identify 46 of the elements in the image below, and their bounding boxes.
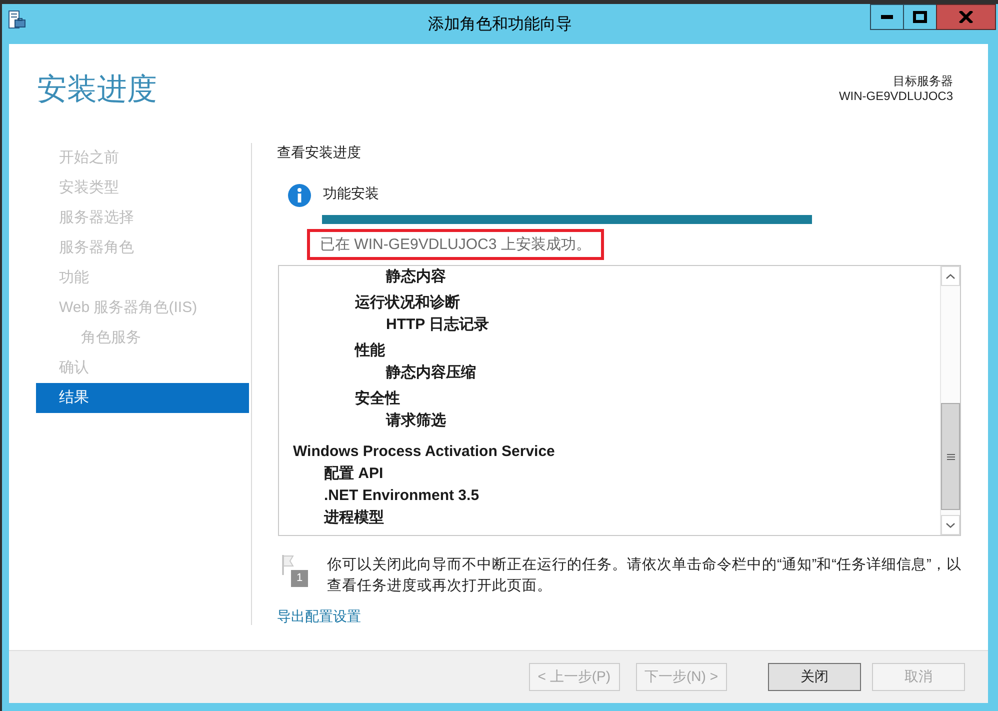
close-button[interactable] [936, 4, 996, 30]
tree-item: 静态内容压缩 [386, 364, 476, 381]
close-icon [959, 11, 973, 23]
info-icon [288, 184, 311, 207]
page-title: 安装进度 [37, 72, 157, 108]
tree-item: 进程模型 [324, 509, 384, 526]
section-heading: 查看安装进度 [277, 143, 361, 161]
install-title: 功能安装 [323, 184, 379, 202]
tree-item: .NET Environment 3.5 [324, 487, 480, 504]
scroll-down-button[interactable] [941, 515, 960, 535]
target-server-name: WIN-GE9VDLUJOC3 [838, 89, 953, 104]
tree-item: 运行状况和诊断 [355, 294, 460, 311]
nav-step[interactable]: 服务器选择 [36, 203, 249, 233]
wizard-button[interactable]: 关闭 [768, 663, 861, 691]
nav-step[interactable]: 确认 [36, 353, 249, 383]
tree-item: Windows Process Activation Service [293, 443, 555, 460]
target-server-label: 目标服务器 [893, 74, 953, 89]
flag-icon [282, 555, 294, 575]
chevron-down-icon [946, 522, 955, 528]
minimize-icon [881, 15, 893, 19]
nav-step[interactable]: Web 服务器角色(IIS) [36, 293, 249, 323]
tree-item: 配置 API [324, 465, 384, 482]
scroll-up-button[interactable] [941, 266, 960, 286]
tree-item: 安全性 [355, 390, 400, 407]
chevron-up-icon [946, 274, 955, 278]
scrollbar-thumb[interactable] [941, 403, 960, 510]
nav-step[interactable]: 角色服务 [36, 323, 249, 353]
status-text: 已在 WIN-GE9VDLUJOC3 上安装成功。 [320, 236, 591, 253]
tree-item: 请求筛选 [386, 412, 446, 429]
maximize-icon [913, 11, 927, 23]
nav-step[interactable]: 结果 [36, 383, 249, 413]
count-badge: 1 [291, 570, 308, 587]
note-text: 你可以关闭此向导而不中断正在运行的任务。请依次单击命令栏中的“通知”和“任务详细信息”，以查看任务进度或再次打开此页面。 [327, 556, 962, 596]
nav-step[interactable]: 功能 [36, 263, 249, 293]
server-icon [8, 10, 26, 29]
nav-step[interactable]: 开始之前 [36, 143, 249, 173]
tree-item: HTTP 日志记录 [386, 316, 490, 333]
export-settings-link[interactable]: 导出配置设置 [277, 607, 361, 625]
minimize-button[interactable] [870, 4, 904, 30]
grip-icon [946, 454, 954, 460]
tree-item: 静态内容 [386, 268, 446, 285]
tree-item: 性能 [355, 342, 385, 359]
nav-step[interactable]: 服务器角色 [36, 233, 249, 263]
nav-step[interactable]: 安装类型 [36, 173, 249, 203]
window-title: 添加角色和功能向导 [428, 14, 572, 34]
maximize-button[interactable] [903, 4, 937, 30]
